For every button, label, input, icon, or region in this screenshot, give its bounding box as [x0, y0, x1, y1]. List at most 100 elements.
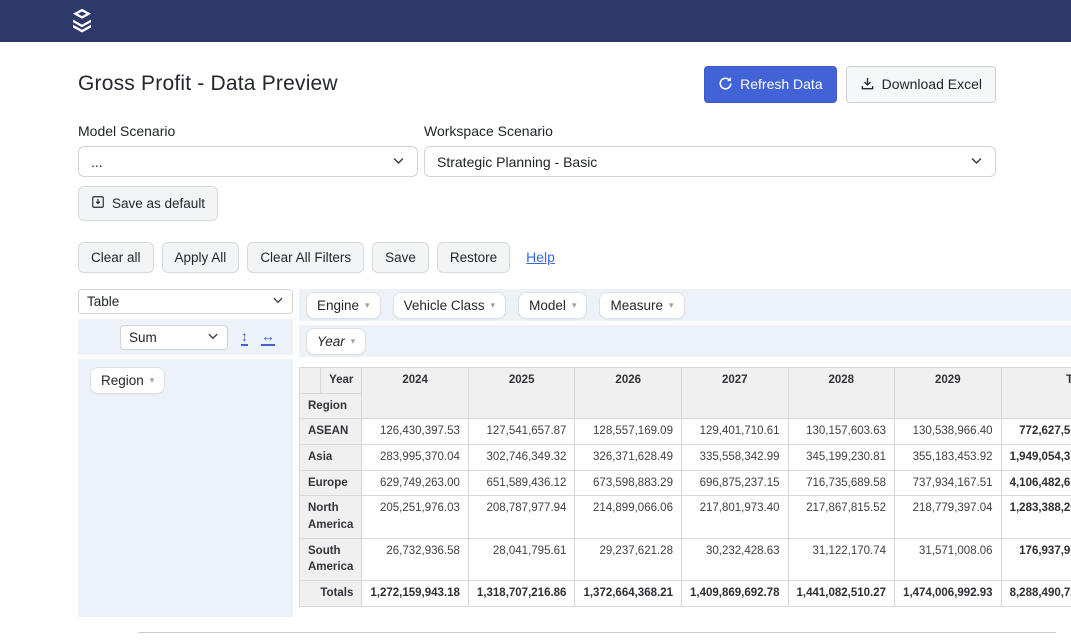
value-cell: 8,288,490,724.22 [1001, 581, 1071, 607]
clear-all-filters-button[interactable]: Clear All Filters [247, 242, 364, 274]
chevron-down-icon [392, 154, 405, 170]
value-cell: 1,372,664,368.21 [575, 581, 682, 607]
corner-cell [300, 368, 321, 394]
value-cell: 335,558,342.99 [681, 445, 788, 471]
field-pill-measure[interactable]: Measure ▾ [599, 292, 684, 319]
row-label: ASEAN [300, 419, 362, 445]
value-cell: 345,199,230.81 [788, 445, 895, 471]
field-pill-year[interactable]: Year ▾ [306, 328, 366, 355]
field-pill-engine[interactable]: Engine ▾ [306, 292, 381, 319]
apply-all-button[interactable]: Apply All [162, 242, 240, 274]
column-header: Totals [1001, 368, 1071, 419]
value-cell: 176,937,960.89 [1001, 538, 1071, 580]
column-header: 2027 [681, 368, 788, 419]
value-cell: 208,787,977.94 [468, 496, 575, 538]
sort-cols-icon[interactable]: ↔ [261, 329, 275, 346]
table-row: Europe629,749,263.00651,589,436.12673,59… [300, 470, 1071, 496]
value-cell: 31,571,008.06 [895, 538, 1002, 580]
table-row: North America205,251,976.03208,787,977.9… [300, 496, 1071, 538]
value-cell: 28,041,795.61 [468, 538, 575, 580]
value-cell: 1,272,159,943.18 [362, 581, 469, 607]
caret-down-icon: ▾ [572, 300, 577, 311]
caret-down-icon: ▾ [150, 375, 155, 386]
table-row: Asia283,995,370.04302,746,349.32326,371,… [300, 445, 1071, 471]
row-axis-label: Region [300, 393, 362, 419]
column-header-row: Year 202420252026202720282029Totals [300, 368, 1071, 394]
restore-button[interactable]: Restore [437, 242, 510, 274]
chevron-down-icon [207, 330, 219, 345]
value-cell: 26,732,936.58 [362, 538, 469, 580]
row-label: Totals [300, 581, 362, 607]
field-pill-vehicle-class[interactable]: Vehicle Class ▾ [393, 292, 507, 319]
top-navbar [0, 0, 1071, 42]
model-scenario-label: Model Scenario [78, 123, 418, 139]
value-cell: 1,474,006,992.93 [895, 581, 1002, 607]
layers-logo-icon[interactable] [70, 8, 94, 35]
totals-row: Totals1,272,159,943.181,318,707,216.861,… [300, 581, 1071, 607]
column-header: 2024 [362, 368, 469, 419]
save-default-icon [91, 195, 105, 212]
column-header: 2026 [575, 368, 682, 419]
value-cell: 29,237,621.28 [575, 538, 682, 580]
column-header: 2028 [788, 368, 895, 419]
field-pill-model[interactable]: Model ▾ [518, 292, 587, 319]
field-pill-region[interactable]: Region ▾ [90, 367, 165, 394]
value-cell: 129,401,710.61 [681, 419, 788, 445]
value-cell: 1,318,707,216.86 [468, 581, 575, 607]
value-cell: 130,157,603.63 [788, 419, 895, 445]
value-cell: 651,589,436.12 [468, 470, 575, 496]
refresh-data-button[interactable]: Refresh Data [704, 66, 836, 103]
value-cell: 217,801,973.40 [681, 496, 788, 538]
chevron-down-icon [970, 154, 983, 170]
pivot-table: Year 202420252026202720282029Totals Regi… [299, 367, 1071, 607]
save-as-default-button[interactable]: Save as default [78, 186, 218, 221]
value-cell: 130,538,966.40 [895, 419, 1002, 445]
caret-down-icon: ▾ [351, 336, 356, 347]
value-cell: 302,746,349.32 [468, 445, 575, 471]
value-cell: 126,430,397.53 [362, 419, 469, 445]
renderer-select[interactable]: Table [78, 289, 293, 314]
column-fields-strip: Year ▾ [299, 325, 1071, 357]
save-button[interactable]: Save [372, 242, 429, 274]
caret-down-icon: ▾ [669, 300, 674, 311]
value-cell: 31,122,170.74 [788, 538, 895, 580]
help-link[interactable]: Help [526, 249, 555, 265]
value-cell: 696,875,237.15 [681, 470, 788, 496]
row-label: Asia [300, 445, 362, 471]
model-scenario-select[interactable]: ... [78, 146, 418, 177]
value-cell: 737,934,167.51 [895, 470, 1002, 496]
unused-fields-strip: Engine ▾ Vehicle Class ▾ Model ▾ Measure… [299, 289, 1071, 321]
sort-rows-icon[interactable]: ↕ [241, 329, 248, 346]
aggregator-select[interactable]: Sum [120, 325, 228, 350]
value-cell: 629,749,263.00 [362, 470, 469, 496]
workspace-scenario-select[interactable]: Strategic Planning - Basic [424, 146, 996, 177]
download-icon [860, 76, 875, 93]
value-cell: 1,441,082,510.27 [788, 581, 895, 607]
value-cell: 673,598,883.29 [575, 470, 682, 496]
value-cell: 1,949,054,375.56 [1001, 445, 1071, 471]
aggregator-strip: Sum ↕ ↔ [78, 319, 293, 355]
table-row: ASEAN126,430,397.53127,541,657.87128,557… [300, 419, 1071, 445]
value-cell: 127,541,657.87 [468, 419, 575, 445]
col-axis-label: Year [321, 368, 362, 394]
row-label: South America [300, 538, 362, 580]
column-header: 2029 [895, 368, 1002, 419]
column-header: 2025 [468, 368, 575, 419]
value-cell: 4,106,482,676.64 [1001, 470, 1071, 496]
value-cell: 716,735,689.58 [788, 470, 895, 496]
row-label: North America [300, 496, 362, 538]
value-cell: 355,183,453.92 [895, 445, 1002, 471]
value-cell: 772,627,505.13 [1001, 419, 1071, 445]
caret-down-icon: ▾ [365, 300, 370, 311]
chevron-down-icon [272, 294, 284, 309]
caret-down-icon: ▾ [491, 300, 496, 311]
refresh-icon [718, 76, 733, 93]
row-label: Europe [300, 470, 362, 496]
row-fields-panel: Region ▾ [78, 359, 293, 617]
clear-all-button[interactable]: Clear all [78, 242, 154, 274]
value-cell: 205,251,976.03 [362, 496, 469, 538]
value-cell: 217,867,815.52 [788, 496, 895, 538]
download-excel-button[interactable]: Download Excel [846, 66, 996, 103]
value-cell: 326,371,628.49 [575, 445, 682, 471]
page-title: Gross Profit - Data Preview [78, 72, 338, 96]
